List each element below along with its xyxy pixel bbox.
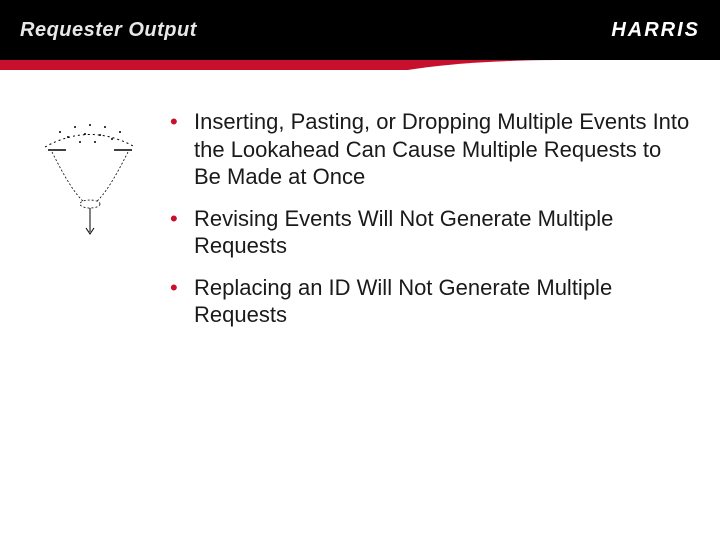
list-item: Replacing an ID Will Not Generate Multip… [170,274,690,329]
filter-funnel-figure [20,108,160,343]
list-item: Inserting, Pasting, or Dropping Multiple… [170,108,690,191]
list-item: Revising Events Will Not Generate Multip… [170,205,690,260]
brand-logo: HARRIS [611,19,700,42]
slide-header: Requester Output HARRIS [0,0,720,60]
funnel-icon [30,112,150,252]
slide-title: Requester Output [20,19,197,42]
bullet-list: Inserting, Pasting, or Dropping Multiple… [160,108,690,343]
slide-content: Inserting, Pasting, or Dropping Multiple… [0,88,720,343]
accent-bar [0,60,720,88]
